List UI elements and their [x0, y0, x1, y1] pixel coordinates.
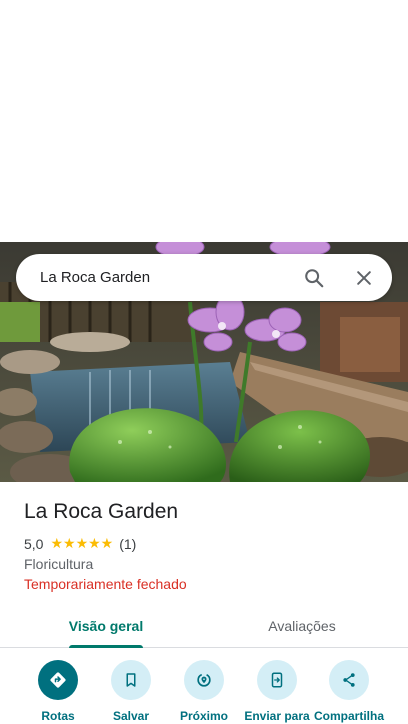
save-label: Salvar — [112, 709, 150, 723]
directions-icon — [38, 660, 78, 700]
directions-button[interactable]: Rotas — [20, 660, 96, 723]
send-to-phone-label: Enviar para — [244, 709, 310, 723]
bookmark-icon — [111, 660, 151, 700]
active-tab-indicator — [69, 645, 143, 648]
review-count[interactable]: (1) — [119, 536, 136, 552]
tab-reviews-label: Avaliações — [268, 618, 336, 634]
tab-bar: Visão geral Avaliações — [0, 604, 408, 648]
send-to-phone-icon — [257, 660, 297, 700]
share-label: Compartilha — [313, 709, 384, 723]
nearby-icon — [184, 660, 224, 700]
search-query-text[interactable]: La Roca Garden — [16, 269, 292, 286]
action-bar: Rotas Salvar Próximo Enviar para Compart… — [0, 660, 408, 724]
tab-overview[interactable]: Visão geral — [56, 604, 156, 648]
send-to-phone-button[interactable]: Enviar para — [239, 660, 315, 723]
share-button[interactable]: Compartilha — [311, 660, 387, 723]
status-badge: Temporariamente fechado — [24, 576, 187, 592]
search-icon[interactable] — [292, 256, 336, 300]
rating-row[interactable]: 5,0 ★★★★★ (1) — [24, 535, 136, 552]
place-title: La Roca Garden — [24, 500, 179, 523]
nearby-button[interactable]: Próximo — [166, 660, 242, 723]
map-area-blank — [0, 0, 408, 242]
close-icon[interactable] — [342, 256, 386, 300]
place-category[interactable]: Floricultura — [24, 556, 93, 572]
share-icon — [329, 660, 369, 700]
save-button[interactable]: Salvar — [93, 660, 169, 723]
directions-label: Rotas — [41, 709, 75, 723]
search-bar[interactable]: La Roca Garden — [16, 254, 392, 301]
tab-reviews[interactable]: Avaliações — [252, 604, 352, 648]
rating-value: 5,0 — [24, 535, 44, 552]
tab-overview-label: Visão geral — [68, 618, 144, 634]
nearby-label: Próximo — [179, 709, 228, 723]
star-rating: ★★★★★ — [50, 535, 114, 551]
